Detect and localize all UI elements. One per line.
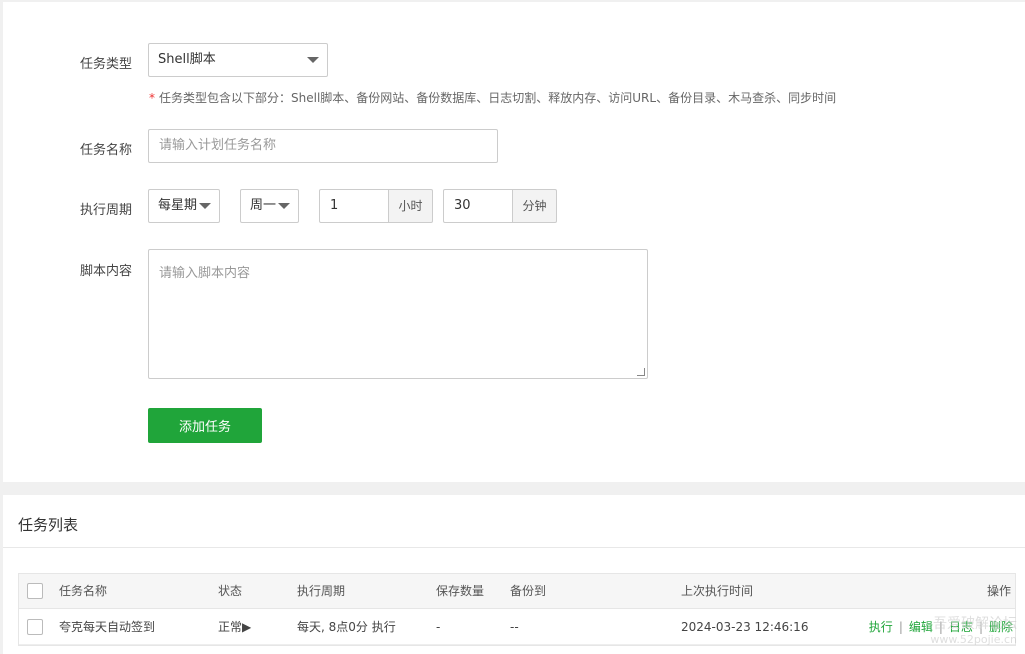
task-type-label: 任务类型 bbox=[79, 57, 132, 72]
task-name-label: 任务名称 bbox=[79, 143, 132, 158]
cron-form-panel: 任务类型 Shell脚本 * 任务类型包含以下部分：Shell脚本、备份网站、备份… bbox=[3, 2, 1025, 482]
row-status-toggle[interactable]: 正常▶ bbox=[218, 609, 251, 645]
task-type-value: Shell脚本 bbox=[158, 52, 216, 67]
row-last-run: 2024-03-23 12:46:16 bbox=[681, 620, 809, 634]
select-all-checkbox[interactable] bbox=[27, 583, 43, 599]
cycle-minute-value: 30 bbox=[454, 198, 471, 213]
col-keep: 保存数量 bbox=[436, 584, 485, 598]
cycle-hour-input[interactable]: 1 bbox=[319, 189, 389, 223]
divider bbox=[3, 547, 1025, 548]
task-list-title: 任务列表 bbox=[18, 516, 79, 534]
script-placeholder: 请输入脚本内容 bbox=[159, 266, 251, 281]
chevron-down-icon bbox=[307, 57, 319, 63]
run-link[interactable]: 执行 bbox=[863, 620, 899, 634]
row-checkbox[interactable] bbox=[27, 619, 43, 635]
watermark: 吾爱破解论坛 www.52pojie.cn bbox=[930, 616, 1017, 648]
cycle-hour-value: 1 bbox=[330, 198, 339, 213]
chevron-down-icon bbox=[199, 203, 211, 209]
script-label: 脚本内容 bbox=[79, 264, 132, 279]
task-name-placeholder: 请输入计划任务名称 bbox=[159, 138, 277, 153]
col-last-run: 上次执行时间 bbox=[681, 584, 754, 598]
row-cycle: 每天, 8点0分 执行 bbox=[297, 620, 396, 634]
task-name-input[interactable]: 请输入计划任务名称 bbox=[148, 129, 498, 163]
task-type-hint: * 任务类型包含以下部分：Shell脚本、备份网站、备份数据库、日志切割、释放内存… bbox=[149, 89, 836, 106]
add-task-button[interactable]: 添加任务 bbox=[148, 408, 262, 443]
chevron-down-icon bbox=[278, 203, 290, 209]
task-table: 任务名称 状态 执行周期 保存数量 备份到 上次执行时间 操作 夸克每天自动签到… bbox=[18, 573, 1016, 646]
task-type-hint-text: 任务类型包含以下部分：Shell脚本、备份网站、备份数据库、日志切割、释放内存、… bbox=[159, 91, 837, 105]
resize-handle-icon[interactable] bbox=[637, 368, 645, 376]
required-mark: * bbox=[149, 91, 155, 105]
col-status: 状态 bbox=[218, 584, 243, 598]
task-type-select[interactable]: Shell脚本 bbox=[148, 43, 328, 77]
task-list-panel: 任务列表 任务名称 状态 执行周期 保存数量 备份到 上次执行时间 操作 夸克每… bbox=[3, 495, 1025, 654]
col-ops: 操作 bbox=[986, 584, 1011, 598]
hour-unit-addon: 小时 bbox=[389, 189, 433, 223]
cycle-weekday-value: 周一 bbox=[250, 198, 277, 213]
cycle-period-value: 每星期 bbox=[158, 198, 198, 213]
cycle-minute-input[interactable]: 30 bbox=[443, 189, 513, 223]
cycle-weekday-select[interactable]: 周一 bbox=[240, 189, 299, 223]
cycle-label: 执行周期 bbox=[79, 203, 132, 218]
col-name: 任务名称 bbox=[59, 584, 108, 598]
row-task-name: 夸克每天自动签到 bbox=[59, 620, 156, 634]
row-backup-to: -- bbox=[510, 620, 519, 634]
cycle-period-select[interactable]: 每星期 bbox=[148, 189, 220, 223]
table-row: 夸克每天自动签到 正常▶ 每天, 8点0分 执行 - -- 2024-03-23… bbox=[19, 609, 1015, 645]
col-backup-to: 备份到 bbox=[510, 584, 547, 598]
col-cycle: 执行周期 bbox=[297, 584, 346, 598]
script-textarea[interactable]: 请输入脚本内容 bbox=[148, 249, 648, 379]
watermark-line1: 吾爱破解论坛 bbox=[933, 616, 1017, 632]
watermark-line2: www.52pojie.cn bbox=[930, 633, 1017, 646]
minute-unit-addon: 分钟 bbox=[513, 189, 557, 223]
table-header: 任务名称 状态 执行周期 保存数量 备份到 上次执行时间 操作 bbox=[19, 574, 1015, 609]
row-keep: - bbox=[436, 620, 441, 634]
